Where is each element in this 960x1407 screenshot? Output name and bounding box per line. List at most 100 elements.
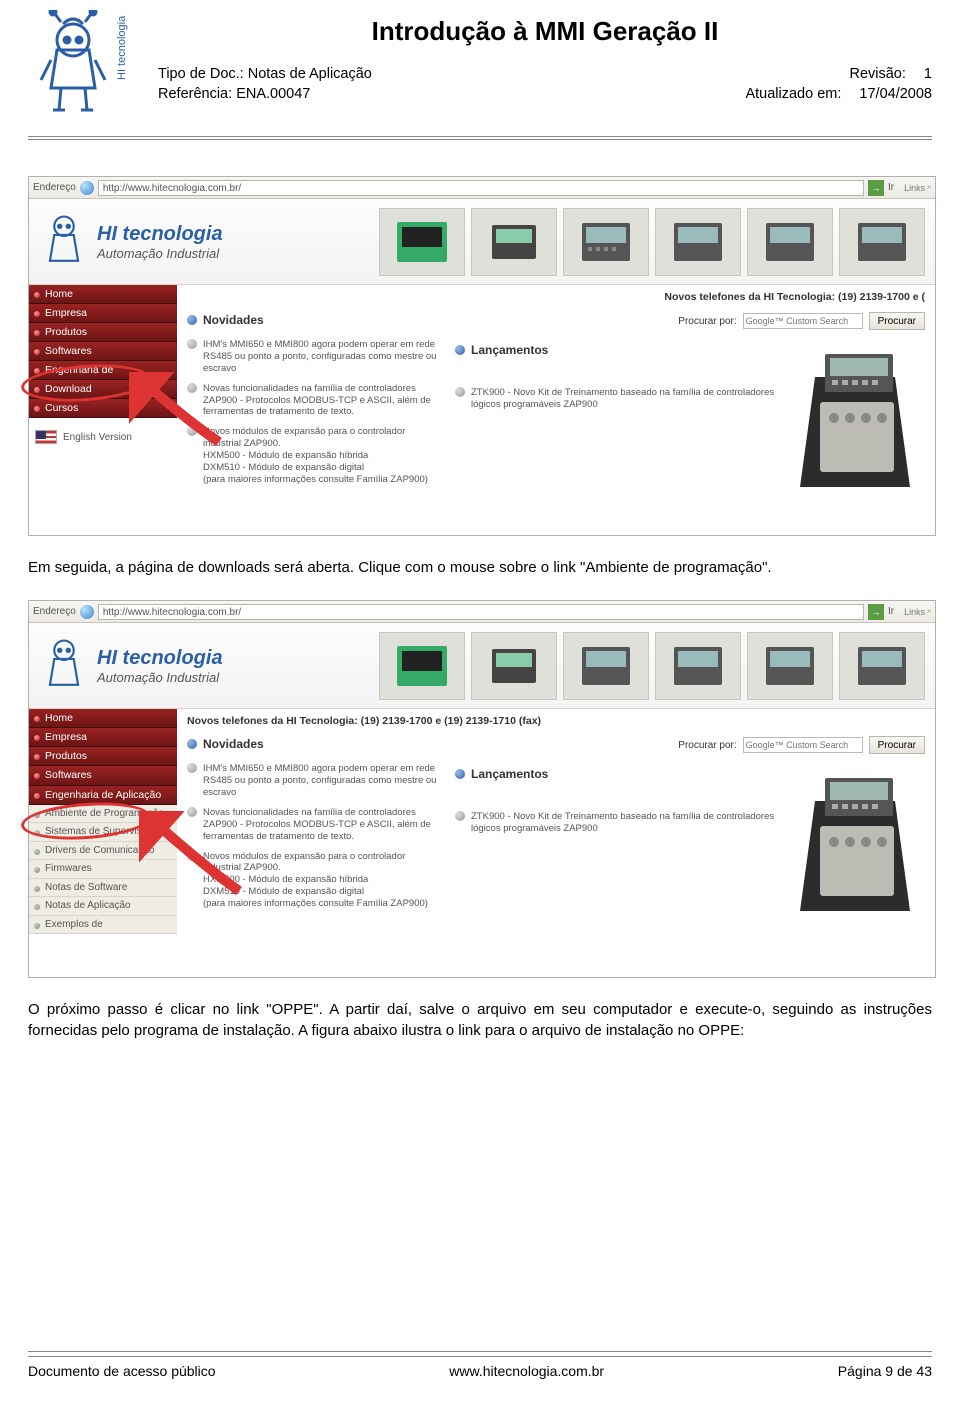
search-button[interactable]: Procurar <box>869 312 925 330</box>
go-label: Ir <box>888 606 894 617</box>
site-banner: HI tecnologia Automação Industrial <box>29 199 935 285</box>
brand-line1: HI tecnologia <box>97 223 223 246</box>
bullet-icon <box>455 769 465 779</box>
bullet-icon <box>187 763 197 773</box>
flag-icon <box>35 430 57 444</box>
product-thumb <box>379 632 465 700</box>
bullet-icon <box>455 811 465 821</box>
main-area: Novos telefones da HI Tecnologia: (19) 2… <box>177 709 935 977</box>
page-content: Endereço http://www.hitecnologia.com.br/… <box>0 140 960 1041</box>
ref-label: Referência: <box>158 85 232 105</box>
product-thumb <box>655 208 741 276</box>
company-logo: HI tecnologia <box>28 10 148 130</box>
url-field[interactable]: http://www.hitecnologia.com.br/ <box>98 604 864 620</box>
news-text: IHM's MMI650 e MMI800 agora podem operar… <box>203 763 437 799</box>
menu-softwares[interactable]: Softwares <box>29 766 177 785</box>
footer-left: Documento de acesso público <box>28 1363 216 1379</box>
footer-right: Página 9 de 43 <box>838 1363 932 1379</box>
news-item[interactable]: IHM's MMI650 e MMI800 agora podem operar… <box>187 339 437 375</box>
product-photo <box>785 763 925 923</box>
search-button[interactable]: Procurar <box>869 736 925 754</box>
address-label: Endereço <box>33 606 76 617</box>
search-label: Procurar por: <box>678 740 736 751</box>
links-label[interactable]: Links <box>904 183 925 193</box>
english-label: English Version <box>63 432 132 443</box>
search-input[interactable] <box>743 737 863 753</box>
go-label: Ir <box>888 182 894 193</box>
product-images <box>223 632 935 700</box>
atual-value: 17/04/2008 <box>859 86 932 102</box>
product-thumb <box>563 632 649 700</box>
section-novidades: Novidades <box>187 313 264 327</box>
launch-text: ZTK900 - Novo Kit de Treinamento baseado… <box>471 387 775 411</box>
go-button[interactable]: → <box>868 604 884 620</box>
news-text: Novos módulos de expansão para o control… <box>203 426 437 485</box>
links-label[interactable]: Links <box>904 607 925 617</box>
launch-item[interactable]: ZTK900 - Novo Kit de Treinamento baseado… <box>455 387 775 411</box>
bullet-icon <box>455 387 465 397</box>
brand-line1: HI tecnologia <box>97 647 223 670</box>
product-photo <box>785 339 925 499</box>
phone-info: Novos telefones da HI Tecnologia: (19) 2… <box>664 291 925 303</box>
news-text: Novas funcionalidades na família de cont… <box>203 383 437 419</box>
launch-item[interactable]: ZTK900 - Novo Kit de Treinamento baseado… <box>455 811 775 835</box>
launch-text: ZTK900 - Novo Kit de Treinamento baseado… <box>471 811 775 835</box>
search-input[interactable] <box>743 313 863 329</box>
section-lancamentos: Lançamentos <box>455 343 775 357</box>
product-thumb <box>747 632 833 700</box>
go-button[interactable]: → <box>868 180 884 196</box>
page-footer: Documento de acesso público www.hitecnol… <box>28 1351 932 1379</box>
submenu-exemplos[interactable]: Exemplos de <box>29 916 177 935</box>
instruction-para-2: O próximo passo é clicar no link "OPPE".… <box>28 1000 932 1041</box>
product-thumb <box>379 208 465 276</box>
menu-empresa[interactable]: Empresa <box>29 728 177 747</box>
menu-home[interactable]: Home <box>29 285 177 304</box>
product-thumb <box>747 208 833 276</box>
product-thumb <box>563 208 649 276</box>
product-thumb <box>471 632 557 700</box>
search-label: Procurar por: <box>678 316 736 327</box>
product-thumb <box>839 208 925 276</box>
phone-info: Novos telefones da HI Tecnologia: (19) 2… <box>187 715 541 727</box>
revisao-value: 1 <box>924 66 932 82</box>
screenshot-1: Endereço http://www.hitecnologia.com.br/… <box>28 176 936 536</box>
annotation-arrow-icon <box>139 811 259 901</box>
site-logo <box>37 212 91 272</box>
lancamentos-label: Lançamentos <box>471 343 548 357</box>
menu-softwares[interactable]: Softwares <box>29 342 177 361</box>
menu-produtos[interactable]: Produtos <box>29 747 177 766</box>
main-area: Novos telefones da HI Tecnologia: (19) 2… <box>177 285 935 535</box>
section-lancamentos: Lançamentos <box>455 767 775 781</box>
product-thumb <box>839 632 925 700</box>
news-text: IHM's MMI650 e MMI800 agora podem operar… <box>203 339 437 375</box>
url-field[interactable]: http://www.hitecnologia.com.br/ <box>98 180 864 196</box>
bullet-icon <box>187 315 197 325</box>
menu-empresa[interactable]: Empresa <box>29 304 177 323</box>
bullet-icon <box>455 345 465 355</box>
address-bar: Endereço http://www.hitecnologia.com.br/… <box>29 601 935 623</box>
novidades-label: Novidades <box>203 313 264 327</box>
screenshot-2: Endereço http://www.hitecnologia.com.br/… <box>28 600 936 978</box>
product-thumb <box>655 632 741 700</box>
brand-line2: Automação Industrial <box>97 670 223 685</box>
header-rule <box>28 136 932 137</box>
page-header: HI tecnologia Introdução à MMI Geração I… <box>0 0 960 140</box>
menu-home[interactable]: Home <box>29 709 177 728</box>
tipo-doc-value: Notas de Aplicação <box>248 66 372 82</box>
atual-label: Atualizado em: <box>745 85 841 105</box>
tipo-doc-label: Tipo de Doc.: <box>158 65 244 85</box>
globe-icon <box>80 605 94 619</box>
product-thumb <box>471 208 557 276</box>
lancamentos-label: Lançamentos <box>471 767 548 781</box>
document-title: Introdução à MMI Geração II <box>158 16 932 47</box>
section-novidades: Novidades <box>187 737 264 751</box>
annotation-arrow-icon <box>129 372 229 452</box>
menu-produtos[interactable]: Produtos <box>29 323 177 342</box>
revisao-label: Revisão: <box>849 65 905 85</box>
news-item[interactable]: IHM's MMI650 e MMI800 agora podem operar… <box>187 763 437 799</box>
address-bar: Endereço http://www.hitecnologia.com.br/… <box>29 177 935 199</box>
logo-text: HI tecnologia <box>116 15 128 80</box>
product-images <box>223 208 935 276</box>
instruction-para-1: Em seguida, a página de downloads será a… <box>28 558 932 578</box>
links-chevron-icon: » <box>927 608 931 615</box>
